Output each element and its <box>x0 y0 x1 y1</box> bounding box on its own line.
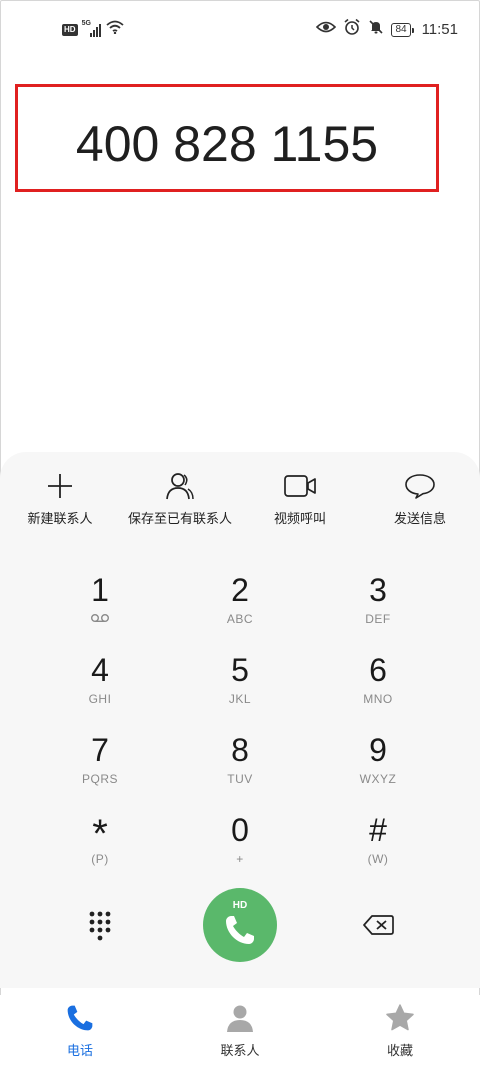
status-time: 11:51 <box>421 21 458 38</box>
key-letters: PQRS <box>81 772 118 786</box>
key-digit: 5 <box>231 652 249 688</box>
wifi-icon <box>105 20 124 39</box>
bottom-tab-bar: 电话 联系人 收藏 <box>0 995 480 1067</box>
key-5[interactable]: 5 JKL <box>180 652 300 716</box>
alarm-clock-icon <box>343 18 361 41</box>
key-letters: GHI <box>88 692 112 706</box>
dialer-panel: 新建联系人 保存至已有联系人 视频呼叫 发送信息 1 2 ABC 3 DEF 4… <box>0 452 480 988</box>
cellular-signal-icon: 5G <box>82 20 102 37</box>
dialed-number-field[interactable]: 400 828 1155 <box>15 84 439 192</box>
tab-favorites[interactable]: 收藏 <box>340 1003 460 1059</box>
key-digit: 0 <box>231 812 249 848</box>
video-call-label: 视频呼叫 <box>273 511 326 526</box>
key-letters: + <box>236 852 244 866</box>
send-message-button[interactable]: 发送信息 <box>360 470 480 527</box>
key-digit: 8 <box>231 732 249 768</box>
person-icon <box>120 470 240 502</box>
video-camera-icon <box>240 470 360 502</box>
phone-tab-icon <box>67 1005 93 1031</box>
key-letters: DEF <box>365 612 391 626</box>
tab-favorites-label: 收藏 <box>386 1043 413 1058</box>
key-letters: JKL <box>228 692 252 706</box>
silent-bell-icon <box>368 19 384 40</box>
key-digit: 6 <box>369 652 387 688</box>
message-bubble-icon <box>360 470 480 502</box>
status-bar: HD 5G 84 11:51 <box>0 0 480 58</box>
dialpad-icon <box>89 911 111 941</box>
tab-contacts[interactable]: 联系人 <box>180 1003 300 1059</box>
key-letters: TUV <box>227 772 253 786</box>
key-digit: 7 <box>91 732 109 768</box>
key-9[interactable]: 9 WXYZ <box>318 732 438 796</box>
key-0[interactable]: 0 + <box>180 812 300 876</box>
key-letters: ABC <box>226 612 254 626</box>
backspace-button[interactable] <box>362 914 394 941</box>
tab-phone-label: 电话 <box>66 1043 93 1058</box>
hd-call-badge: HD <box>232 900 248 911</box>
key-letters: (W) <box>367 852 389 866</box>
dialed-number: 400 828 1155 <box>75 116 379 172</box>
key-3[interactable]: 3 DEF <box>318 572 438 636</box>
eye-icon <box>316 20 337 39</box>
battery-indicator: 84 <box>391 22 414 37</box>
dialer-bottom-row: HD <box>0 888 480 972</box>
key-hash[interactable]: # (W) <box>318 812 438 876</box>
key-digit: 1 <box>91 572 109 608</box>
key-star[interactable]: * (P) <box>40 812 160 876</box>
key-letters: WXYZ <box>359 772 397 786</box>
plus-icon <box>0 470 120 502</box>
status-left: HD 5G <box>62 20 124 39</box>
key-letters: (P) <box>91 852 109 866</box>
key-digit: * <box>92 812 108 856</box>
key-8[interactable]: 8 TUV <box>180 732 300 796</box>
dialpad-toggle-button[interactable] <box>88 910 112 947</box>
key-digit: 3 <box>369 572 387 608</box>
quick-actions: 新建联系人 保存至已有联系人 视频呼叫 发送信息 <box>0 470 480 530</box>
backspace-icon <box>363 915 394 935</box>
phone-icon <box>226 916 254 944</box>
star-icon <box>386 1004 414 1031</box>
voicemail-icon <box>40 612 160 627</box>
send-message-label: 发送信息 <box>393 511 446 526</box>
video-call-button[interactable]: 视频呼叫 <box>240 470 360 527</box>
hd-voice-badge: HD <box>62 23 78 36</box>
key-digit: 2 <box>231 572 249 608</box>
new-contact-button[interactable]: 新建联系人 <box>0 470 120 527</box>
status-right: 84 11:51 <box>316 18 458 41</box>
key-4[interactable]: 4 GHI <box>40 652 160 716</box>
key-1[interactable]: 1 <box>40 572 160 636</box>
new-contact-label: 新建联系人 <box>27 511 93 526</box>
key-2[interactable]: 2 ABC <box>180 572 300 636</box>
contacts-tab-icon <box>227 1005 253 1032</box>
key-6[interactable]: 6 MNO <box>318 652 438 716</box>
key-letters: MNO <box>363 692 393 706</box>
call-button[interactable]: HD <box>203 888 277 962</box>
key-7[interactable]: 7 PQRS <box>40 732 160 796</box>
tab-phone[interactable]: 电话 <box>20 1003 140 1059</box>
tab-contacts-label: 联系人 <box>220 1043 260 1058</box>
save-to-existing-contact-label: 保存至已有联系人 <box>127 511 232 526</box>
key-digit: # <box>369 812 387 848</box>
save-to-existing-contact-button[interactable]: 保存至已有联系人 <box>120 470 240 527</box>
key-digit: 4 <box>91 652 109 688</box>
key-digit: 9 <box>369 732 387 768</box>
